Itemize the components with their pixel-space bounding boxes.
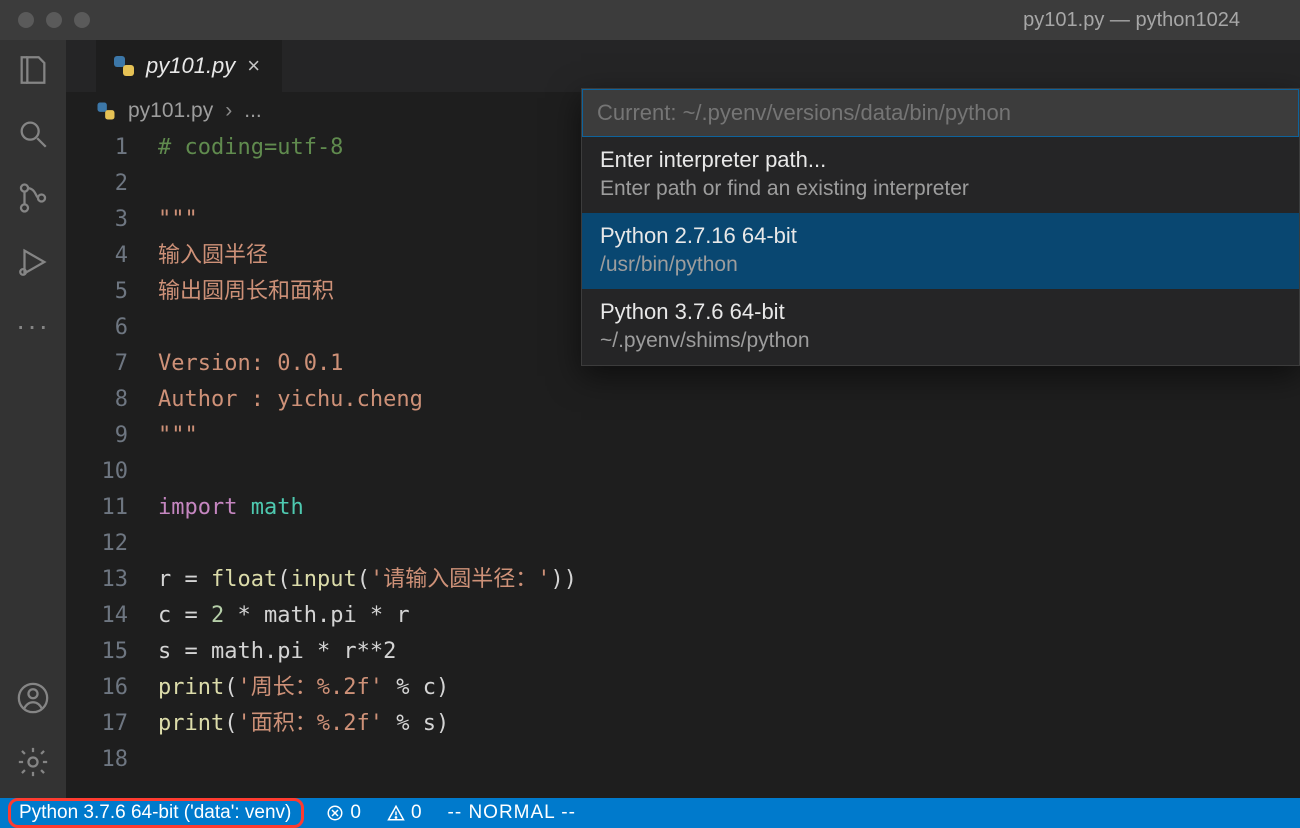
code-line[interactable]: import math [158,490,1300,526]
quickpick-item-desc: Enter path or find an existing interpret… [600,177,1281,201]
line-number: 9 [66,418,128,454]
code-line[interactable] [158,454,1300,490]
line-number: 11 [66,490,128,526]
code-line[interactable]: s = math.pi * r**2 [158,634,1300,670]
status-warnings[interactable]: 0 [383,802,426,824]
code-line[interactable]: Author : yichu.cheng [158,382,1300,418]
tab-row: py101.py × [66,40,1300,92]
python-file-icon [98,103,115,120]
code-line[interactable]: print('面积：%.2f' % s) [158,706,1300,742]
quickpick-item[interactable]: Python 2.7.16 64-bit/usr/bin/python [582,213,1299,289]
quickpick-item-title: Python 2.7.16 64-bit [600,223,1281,249]
line-number: 15 [66,634,128,670]
line-number: 8 [66,382,128,418]
line-number-gutter: 123456789101112131415161718 [66,130,158,798]
quickpick-item-title: Python 3.7.6 64-bit [600,299,1281,325]
line-number: 16 [66,670,128,706]
settings-gear-icon[interactable] [15,744,51,780]
code-line[interactable] [158,526,1300,562]
status-bar: Python 3.7.6 64-bit ('data': venv) 0 0 -… [0,798,1300,828]
line-number: 7 [66,346,128,382]
breadcrumb-file: py101.py [128,99,213,123]
code-line[interactable]: c = 2 * math.pi * r [158,598,1300,634]
line-number: 6 [66,310,128,346]
line-number: 1 [66,130,128,166]
breadcrumb-rest: ... [244,99,262,123]
explorer-icon[interactable] [15,52,51,88]
line-number: 17 [66,706,128,742]
line-number: 3 [66,202,128,238]
quickpick-item[interactable]: Python 3.7.6 64-bit ~/.pyenv/shims/python [582,289,1299,365]
quickpick-item-desc: /usr/bin/python [600,253,1281,277]
code-line[interactable]: r = float(input('请输入圆半径：')) [158,562,1300,598]
tab-filename: py101.py [146,53,235,79]
line-number: 10 [66,454,128,490]
close-window-button[interactable] [18,12,34,28]
run-debug-icon[interactable] [15,244,51,280]
line-number: 18 [66,742,128,778]
minimize-window-button[interactable] [46,12,62,28]
chevron-right-icon: › [225,99,232,123]
line-number: 5 [66,274,128,310]
window-title: py101.py — python1024 [1023,9,1300,32]
line-number: 13 [66,562,128,598]
status-python-interpreter[interactable]: Python 3.7.6 64-bit ('data': venv) [8,798,304,828]
editor-tab[interactable]: py101.py × [96,40,283,92]
line-number: 12 [66,526,128,562]
titlebar: py101.py — python1024 [0,0,1300,40]
zoom-window-button[interactable] [74,12,90,28]
close-tab-icon[interactable]: × [247,53,260,79]
more-actions-icon[interactable]: ··· [16,308,50,340]
quickpick-input[interactable] [582,89,1299,137]
activity-bar: ··· [0,40,66,798]
editor-area: py101.py × py101.py › ... 12345678910111… [66,40,1300,798]
quickpick-item-desc: ~/.pyenv/shims/python [600,329,1281,353]
interpreter-quickpick: Enter interpreter path... Enter path or f… [581,88,1300,366]
quickpick-item-title: Enter interpreter path... [600,147,1281,173]
code-line[interactable] [158,742,1300,778]
code-line[interactable]: """ [158,418,1300,454]
line-number: 14 [66,598,128,634]
status-errors[interactable]: 0 [322,802,365,824]
status-vim-mode: -- NORMAL -- [444,802,580,824]
quickpick-item[interactable]: Enter interpreter path... Enter path or f… [582,137,1299,213]
error-count: 0 [350,802,361,824]
warning-count: 0 [411,802,422,824]
line-number: 2 [66,166,128,202]
source-control-icon[interactable] [15,180,51,216]
accounts-icon[interactable] [15,680,51,716]
window-controls [0,12,90,28]
search-icon[interactable] [15,116,51,152]
code-line[interactable]: print('周长：%.2f' % c) [158,670,1300,706]
python-file-icon [114,56,134,76]
line-number: 4 [66,238,128,274]
